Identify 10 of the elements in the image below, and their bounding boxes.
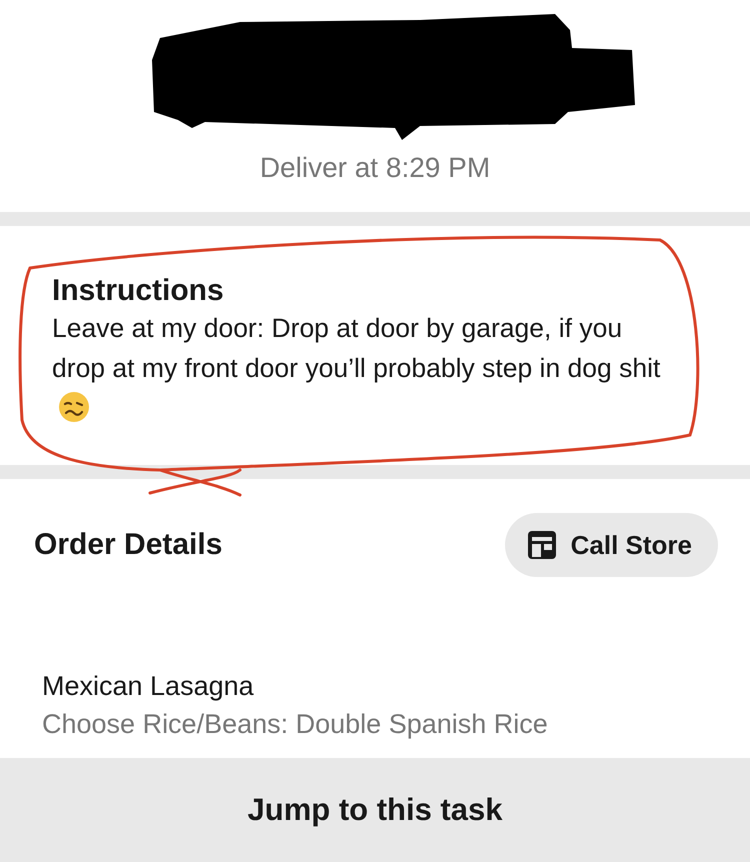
instructions-title: Instructions bbox=[52, 274, 225, 308]
jump-to-task-button[interactable]: Jump to this task bbox=[0, 758, 750, 862]
delivery-time: Deliver at 8:29 PM bbox=[260, 152, 490, 184]
storefront-icon bbox=[526, 530, 557, 560]
instructions-text: Leave at my door: Drop at door by garage, if you drop at my front door you’ll probably step in dog shit bbox=[52, 308, 682, 428]
call-store-button[interactable]: Call Store bbox=[504, 513, 718, 577]
item-option: Choose Rice/Beans: Double Spanish Rice bbox=[42, 705, 730, 743]
item-name: Mexican Lasagna bbox=[42, 670, 255, 703]
woozy-emoji-icon bbox=[58, 391, 90, 423]
order-details-title: Order Details bbox=[34, 528, 222, 562]
